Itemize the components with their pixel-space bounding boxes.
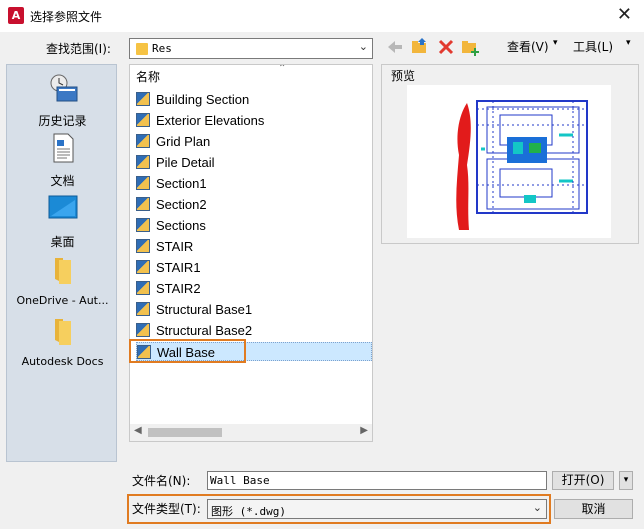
lookin-value: Res — [152, 42, 172, 55]
close-icon[interactable]: ✕ — [617, 4, 632, 25]
place-desktop[interactable]: 桌面 — [7, 194, 118, 250]
folder-icon — [54, 319, 71, 345]
dwg-file-icon — [136, 281, 150, 295]
lookin-label: 查找范围(I): — [46, 42, 111, 56]
list-item[interactable]: STAIR — [136, 237, 372, 256]
dwg-file-icon — [136, 197, 150, 211]
dwg-file-icon — [136, 134, 150, 148]
open-options-dropdown[interactable]: ▾ — [619, 471, 633, 490]
scroll-right-icon[interactable]: ▶ — [360, 425, 368, 436]
window-title: 选择参照文件 — [30, 10, 103, 24]
chevron-down-icon: ⌄ — [532, 501, 542, 514]
list-item[interactable]: Structural Base1 — [136, 300, 372, 319]
filename-input[interactable] — [207, 471, 547, 490]
up-folder-icon[interactable] — [410, 37, 430, 57]
tools-menu[interactable]: 工具(L) — [573, 38, 613, 55]
list-item[interactable]: Exterior Elevations — [136, 111, 372, 130]
list-item[interactable]: Building Section — [136, 90, 372, 109]
places-bar: 历史记录 文档 桌面 OneDrive - Aut... Autodesk Do… — [6, 64, 117, 462]
place-documents[interactable]: 文档 — [7, 133, 118, 189]
list-item[interactable]: Sections — [136, 216, 372, 235]
list-item[interactable]: STAIR2 — [136, 279, 372, 298]
place-onedrive[interactable]: OneDrive - Aut... — [7, 255, 118, 307]
open-button[interactable]: 打开(O) — [552, 471, 614, 490]
filetype-value: 图形 (*.dwg) — [211, 505, 286, 518]
title-bar: A 选择参照文件 ✕ — [0, 0, 644, 32]
dwg-file-icon — [136, 302, 150, 316]
autocad-app-icon: A — [8, 7, 24, 24]
dwg-file-icon — [137, 345, 151, 359]
desktop-icon — [48, 195, 77, 219]
dwg-file-icon — [136, 113, 150, 127]
document-icon — [53, 133, 73, 163]
cancel-button[interactable]: 取消 — [554, 499, 633, 519]
place-autodesk-docs[interactable]: Autodesk Docs — [7, 316, 118, 368]
folder-icon — [136, 43, 148, 55]
delete-icon[interactable] — [437, 38, 455, 56]
list-item-selected[interactable]: Wall Base — [136, 342, 372, 361]
list-item[interactable]: Structural Base2 — [136, 321, 372, 340]
view-dropdown-arrow[interactable]: ▾ — [553, 38, 558, 48]
dwg-file-icon — [136, 218, 150, 232]
sort-caret-icon: ⌃ — [278, 64, 287, 74]
list-item[interactable]: STAIR1 — [136, 258, 372, 277]
dwg-file-icon — [136, 155, 150, 169]
back-arrow-icon[interactable] — [386, 38, 404, 56]
scroll-left-icon[interactable]: ◀ — [134, 425, 142, 436]
tools-dropdown-arrow[interactable]: ▾ — [626, 38, 631, 48]
list-item[interactable]: Grid Plan — [136, 132, 372, 151]
list-item[interactable]: Section2 — [136, 195, 372, 214]
filename-label: 文件名(N): — [132, 474, 191, 488]
drawing-thumbnail — [456, 100, 588, 230]
preview-image — [407, 85, 611, 238]
column-header-name[interactable]: 名称 — [136, 68, 160, 85]
dwg-file-icon — [136, 176, 150, 190]
list-item[interactable]: Pile Detail — [136, 153, 372, 172]
lookin-dropdown[interactable]: Res ⌄ — [129, 38, 373, 59]
dwg-file-icon — [136, 92, 150, 106]
folder-icon — [54, 258, 71, 284]
chevron-down-icon: ⌄ — [358, 40, 368, 53]
scrollbar-thumb[interactable] — [148, 428, 222, 437]
horizontal-scrollbar[interactable]: ◀ ▶ — [130, 424, 372, 441]
history-icon — [50, 74, 77, 102]
new-folder-icon[interactable] — [460, 37, 480, 57]
dwg-file-icon — [136, 323, 150, 337]
view-menu[interactable]: 查看(V) — [507, 38, 549, 55]
filetype-dropdown[interactable]: 图形 (*.dwg) ⌄ — [207, 499, 547, 519]
file-list[interactable]: ⌃ 名称 Building Section Exterior Elevation… — [129, 64, 373, 442]
filetype-label: 文件类型(T): — [132, 502, 201, 516]
preview-label: 预览 — [391, 69, 416, 83]
list-item[interactable]: Section1 — [136, 174, 372, 193]
dwg-file-icon — [136, 239, 150, 253]
dwg-file-icon — [136, 260, 150, 274]
place-history[interactable]: 历史记录 — [7, 73, 118, 129]
